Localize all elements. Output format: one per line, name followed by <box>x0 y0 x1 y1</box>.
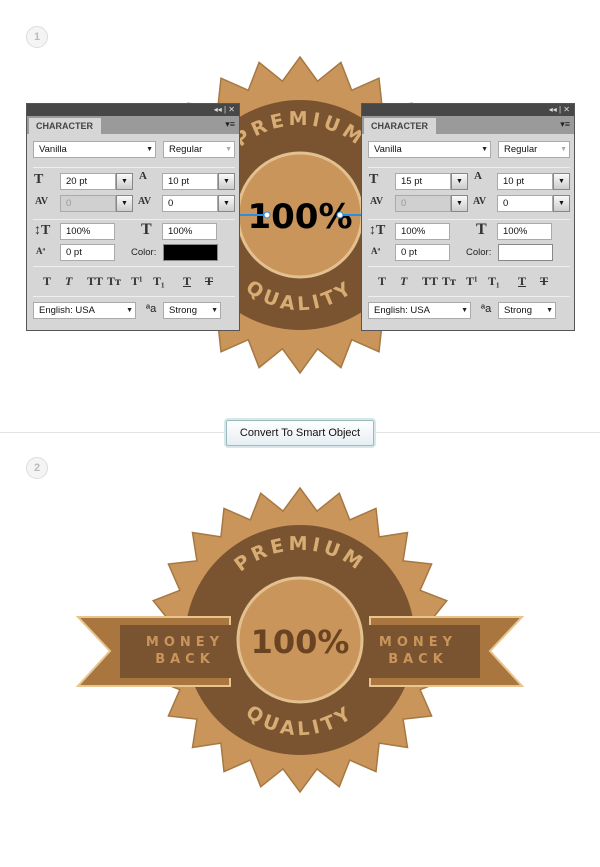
font-size-dropdown-button[interactable]: ▼ <box>451 173 468 190</box>
type-style-button[interactable]: T¹ <box>466 274 478 289</box>
baseline-shift-icon: Aª <box>371 246 381 256</box>
tracking-input[interactable]: 0 <box>497 195 553 212</box>
character-panel: ◂◂ | ✕ CHARACTER ▾≡ Vanilla ▼ Regular ▼ T 1… <box>361 103 575 331</box>
tab-character[interactable]: CHARACTER <box>364 118 436 134</box>
kerning-icon: AV <box>35 196 49 207</box>
type-style-button[interactable]: T¹ <box>131 274 143 289</box>
baseline-shift-input[interactable]: 0 pt <box>395 244 450 261</box>
kerning-input[interactable]: 0 <box>60 195 116 212</box>
tracking-dropdown-button[interactable]: ▼ <box>553 195 570 212</box>
panel-menu-icon[interactable]: ▾≡ <box>560 119 570 130</box>
kerning-icon: AV <box>370 196 384 207</box>
anti-aliasing-icon: ªa <box>481 303 492 315</box>
language-dropdown[interactable]: English: USA ▼ <box>33 302 136 319</box>
baseline-shift-icon: Aª <box>36 246 46 256</box>
font-size-icon: T <box>369 172 379 187</box>
tracking-input[interactable]: 0 <box>162 195 218 212</box>
anti-aliasing-icon: ªa <box>146 303 157 315</box>
tracking-icon: AV <box>138 196 152 207</box>
badge-final: PREMIUM QUALITY 100% MONEY BACK MONEY BA… <box>75 486 525 794</box>
badge-center-text: 100% <box>247 197 352 237</box>
chevron-down-icon: ▼ <box>461 307 468 314</box>
type-style-button[interactable]: T <box>43 274 51 289</box>
panel-menu-icon[interactable]: ▾≡ <box>225 119 235 130</box>
tab-character[interactable]: CHARACTER <box>29 118 101 134</box>
font-family-dropdown[interactable]: Vanilla ▼ <box>33 141 156 158</box>
horizontal-scale-icon: T <box>476 221 487 238</box>
vertical-scale-input[interactable]: 100% <box>60 223 115 240</box>
leading-dropdown-button[interactable]: ▼ <box>218 173 235 190</box>
kerning-dropdown-button[interactable]: ▼ <box>116 195 133 212</box>
color-swatch[interactable] <box>498 244 553 261</box>
vertical-scale-icon: ↕T <box>369 223 386 238</box>
font-family-dropdown[interactable]: Vanilla ▼ <box>368 141 491 158</box>
type-style-button[interactable]: T <box>65 274 72 289</box>
kerning-dropdown-button[interactable]: ▼ <box>451 195 468 212</box>
anti-aliasing-dropdown[interactable]: Strong ▼ <box>498 302 556 319</box>
leading-icon: A <box>139 170 147 182</box>
color-label: Color: <box>466 247 492 258</box>
leading-icon: A <box>474 170 482 182</box>
language-dropdown[interactable]: English: USA ▼ <box>368 302 471 319</box>
type-style-button[interactable]: T <box>400 274 407 289</box>
tracking-dropdown-button[interactable]: ▼ <box>218 195 235 212</box>
type-style-button[interactable]: T <box>540 274 548 289</box>
type-style-button[interactable]: T <box>183 274 191 289</box>
chevron-down-icon: ▼ <box>211 307 218 314</box>
anti-aliasing-dropdown[interactable]: Strong ▼ <box>163 302 221 319</box>
leading-dropdown-button[interactable]: ▼ <box>553 173 570 190</box>
ribbon-right-line2: BACK <box>388 652 448 667</box>
font-size-dropdown-button[interactable]: ▼ <box>116 173 133 190</box>
font-size-input[interactable]: 15 pt <box>395 173 451 190</box>
chevron-down-icon: ▼ <box>146 146 153 153</box>
horizontal-scale-icon: T <box>141 221 152 238</box>
baseline-shift-input[interactable]: 0 pt <box>60 244 115 261</box>
font-style-dropdown[interactable]: Regular ▼ <box>163 141 235 158</box>
character-panel: ◂◂ | ✕ CHARACTER ▾≡ Vanilla ▼ Regular ▼ T 2… <box>26 103 240 331</box>
font-size-icon: T <box>34 172 44 187</box>
panel-header-controls[interactable]: ◂◂ | ✕ <box>27 104 239 116</box>
chevron-down-icon: ▼ <box>225 146 232 153</box>
leading-input[interactable]: 10 pt <box>162 173 218 190</box>
ribbon-right-line1: MONEY <box>379 635 457 650</box>
kerning-input[interactable]: 0 <box>395 195 451 212</box>
tracking-icon: AV <box>473 196 487 207</box>
type-style-button[interactable]: T₁ <box>488 274 500 289</box>
type-style-button[interactable]: T <box>378 274 386 289</box>
leading-input[interactable]: 10 pt <box>497 173 553 190</box>
type-style-button[interactable]: TT <box>87 274 103 289</box>
type-style-button[interactable]: TT <box>422 274 438 289</box>
color-label: Color: <box>131 247 157 258</box>
ribbon-left-line2: BACK <box>155 652 215 667</box>
type-style-button[interactable]: Tт <box>442 274 456 289</box>
horizontal-scale-input[interactable]: 100% <box>497 223 552 240</box>
horizontal-scale-input[interactable]: 100% <box>162 223 217 240</box>
color-swatch[interactable] <box>163 244 218 261</box>
type-style-button[interactable]: T <box>518 274 526 289</box>
type-style-button[interactable]: T₁ <box>153 274 165 289</box>
vertical-scale-icon: ↕T <box>34 223 51 238</box>
chevron-down-icon: ▼ <box>481 146 488 153</box>
panel-header-controls[interactable]: ◂◂ | ✕ <box>362 104 574 116</box>
font-style-dropdown[interactable]: Regular ▼ <box>498 141 570 158</box>
type-style-button[interactable]: Tт <box>107 274 121 289</box>
type-style-button[interactable]: T <box>205 274 213 289</box>
chevron-down-icon: ▼ <box>546 307 553 314</box>
badge-center-text: 100% <box>251 623 350 661</box>
chevron-down-icon: ▼ <box>560 146 567 153</box>
chevron-down-icon: ▼ <box>126 307 133 314</box>
vertical-scale-input[interactable]: 100% <box>395 223 450 240</box>
font-size-input[interactable]: 20 pt <box>60 173 116 190</box>
ribbon-left-line1: MONEY <box>146 635 224 650</box>
